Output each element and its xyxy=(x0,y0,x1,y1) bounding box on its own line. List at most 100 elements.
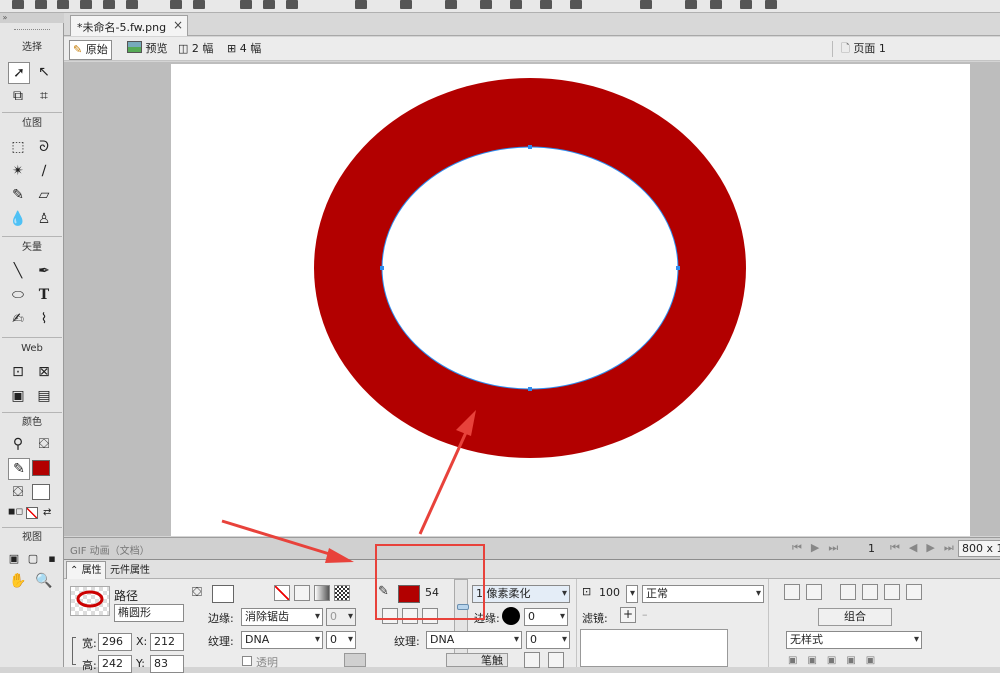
path-point-left[interactable] xyxy=(380,266,384,270)
align-left-icon[interactable] xyxy=(480,0,492,9)
subselect-tool-icon[interactable]: ↖ xyxy=(34,62,54,82)
document-size-field[interactable]: 800 x 1 xyxy=(958,540,1000,557)
style-button-3-icon[interactable] xyxy=(840,584,856,600)
hide-slices-icon[interactable]: ▣ xyxy=(8,386,28,406)
stroke-options-button[interactable]: 笔触 xyxy=(446,653,508,667)
panel-collapse-icon[interactable]: » xyxy=(0,13,64,23)
undo-icon[interactable] xyxy=(170,0,182,9)
path-point-bottom[interactable] xyxy=(528,387,532,391)
hand-tool-icon[interactable]: ✋ xyxy=(8,571,28,591)
group-icon[interactable] xyxy=(355,0,367,9)
transparent-checkbox[interactable] xyxy=(242,656,252,666)
magic-wand-tool-icon[interactable]: ✴ xyxy=(8,161,28,181)
stroke-color-icon[interactable]: ✎ xyxy=(8,458,30,480)
height-field[interactable]: 242 xyxy=(98,655,132,673)
print-icon[interactable] xyxy=(126,0,138,9)
fill-texture-amount[interactable]: 0 xyxy=(326,631,356,649)
cut-icon[interactable] xyxy=(240,0,252,9)
pen-tool-icon[interactable]: ✒ xyxy=(34,261,54,281)
align-top-icon[interactable] xyxy=(570,0,582,9)
view-2up-button[interactable]: ◫ 2 幅 xyxy=(175,40,216,58)
y-field[interactable]: 83 xyxy=(150,655,184,673)
ellipse-tool-icon[interactable]: ⬭ xyxy=(8,285,28,305)
import-icon[interactable] xyxy=(80,0,92,9)
fill-edge-select[interactable]: 消除锯齿 xyxy=(241,608,323,626)
delete-stroke-icon[interactable] xyxy=(548,652,564,668)
copy-icon[interactable] xyxy=(263,0,275,9)
swap-colors-icon[interactable]: ⇄ xyxy=(43,507,55,519)
group-button[interactable]: 组合 xyxy=(818,608,892,626)
flip-vertical-icon[interactable] xyxy=(740,0,752,9)
no-color-icon[interactable] xyxy=(26,507,38,519)
stroke-texture-select[interactable]: DNA xyxy=(426,631,522,649)
default-colors-icon[interactable]: ◼◻ xyxy=(8,507,23,519)
stamp-tool-icon[interactable]: ♙ xyxy=(34,209,54,229)
fill-none-icon[interactable] xyxy=(274,585,290,601)
new-file-icon[interactable] xyxy=(12,0,24,9)
close-tab-icon[interactable]: × xyxy=(173,18,183,32)
stroke-color-swatch[interactable] xyxy=(32,460,50,476)
path-point-right[interactable] xyxy=(676,266,680,270)
standard-screen-icon[interactable]: ▣ xyxy=(4,549,24,569)
line-tool-icon[interactable]: ╲ xyxy=(8,261,28,281)
freeform-tool-icon[interactable]: ✍ xyxy=(8,309,28,329)
text-tool-icon[interactable]: T xyxy=(34,285,54,305)
knife-tool-icon[interactable]: ⌇ xyxy=(34,309,54,329)
view-4up-button[interactable]: ⊞ 4 幅 xyxy=(224,40,264,58)
remove-filter-icon[interactable]: – xyxy=(642,608,648,621)
fill-swatch[interactable] xyxy=(212,585,234,603)
opacity-dropdown[interactable] xyxy=(626,585,638,603)
style-button-6-icon[interactable] xyxy=(906,584,922,600)
pencil-tool-icon[interactable]: ✎ xyxy=(8,185,28,205)
brush-tool-icon[interactable]: ∕ xyxy=(34,161,54,181)
page-selector[interactable]: 🗋 页面 1 xyxy=(838,40,889,58)
path-point-top[interactable] xyxy=(528,145,532,149)
save-icon[interactable] xyxy=(57,0,69,9)
fill-texture-select[interactable]: DNA xyxy=(241,631,323,649)
style-button-5-icon[interactable] xyxy=(884,584,900,600)
distribute-icon[interactable] xyxy=(640,0,652,9)
flip-icon[interactable] xyxy=(710,0,722,9)
tab-symbol-properties[interactable]: 元件属性 xyxy=(110,563,150,579)
fill-color-icon[interactable]: ⛋ xyxy=(8,482,28,502)
full-screen-menu-icon[interactable]: ▢ xyxy=(23,549,43,569)
fill-options-button[interactable] xyxy=(344,653,366,667)
fill-pattern-icon[interactable] xyxy=(334,585,350,601)
add-stroke-icon[interactable] xyxy=(524,652,540,668)
export-icon[interactable] xyxy=(103,0,115,9)
redo-icon[interactable] xyxy=(193,0,205,9)
lasso-tool-icon[interactable]: ᘐ xyxy=(34,137,54,157)
view-preview-button[interactable]: 预览 xyxy=(124,40,171,58)
fill-solid-icon[interactable] xyxy=(294,585,310,601)
x-field[interactable]: 212 xyxy=(150,633,184,651)
canvas[interactable] xyxy=(171,64,970,536)
full-screen-icon[interactable]: ▪ xyxy=(42,549,62,569)
fill-edge-amount[interactable]: 0 xyxy=(326,608,356,626)
arrange-icon[interactable] xyxy=(765,0,777,9)
marquee-tool-icon[interactable]: ⬚ xyxy=(8,137,28,157)
stroke-texture-amount[interactable]: 0 xyxy=(526,631,570,649)
fill-gradient-icon[interactable] xyxy=(314,585,330,601)
crop-tool-icon[interactable]: ⌗ xyxy=(34,86,54,106)
hotspot-tool-icon[interactable]: ⊡ xyxy=(8,362,28,382)
tab-properties[interactable]: ⌃ 属性 xyxy=(66,561,106,579)
document-tab[interactable]: *未命名-5.fw.png × xyxy=(70,15,188,36)
style-select[interactable]: 无样式 xyxy=(786,631,922,649)
align-center-icon[interactable] xyxy=(510,0,522,9)
join-icon[interactable] xyxy=(400,0,412,9)
opacity-field[interactable]: 100 xyxy=(596,585,624,603)
open-file-icon[interactable] xyxy=(35,0,47,9)
split-icon[interactable] xyxy=(445,0,457,9)
constrain-proportions-icon[interactable] xyxy=(72,637,76,665)
paint-bucket-tool-icon[interactable]: ⛋ xyxy=(34,434,54,454)
scale-tool-icon[interactable]: ⧉ xyxy=(8,86,28,106)
style-button-1-icon[interactable] xyxy=(784,584,800,600)
stroke-style-select[interactable]: 1 像素柔化 xyxy=(472,585,570,603)
blur-tool-icon[interactable]: 💧 xyxy=(8,209,28,229)
style-button-4-icon[interactable] xyxy=(862,584,878,600)
view-original-button[interactable]: ✎ 原始 xyxy=(69,40,112,60)
slice-tool-icon[interactable]: ⊠ xyxy=(34,362,54,382)
panel-grip[interactable] xyxy=(14,29,50,31)
rotate-icon[interactable] xyxy=(685,0,697,9)
align-right-icon[interactable] xyxy=(540,0,552,9)
